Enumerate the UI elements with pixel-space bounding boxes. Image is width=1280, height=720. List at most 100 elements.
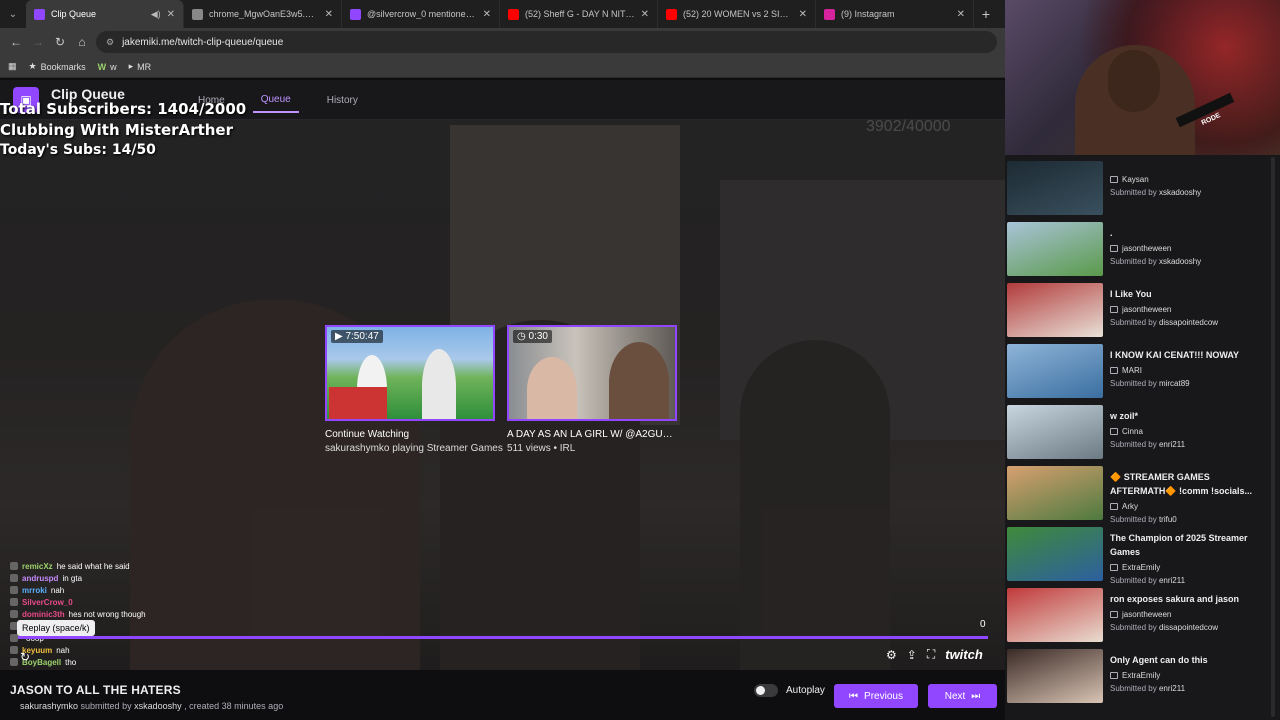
- close-tab-icon[interactable]: ✕: [167, 9, 175, 20]
- chat-badge-icon: [10, 562, 18, 570]
- queue-item[interactable]: I KNOW KAI CENAT!!! NOWAY MARI Submitted b…: [1007, 344, 1277, 400]
- queue-thumbnail[interactable]: [1007, 222, 1103, 276]
- chat-badge-icon: [10, 634, 18, 642]
- clip-submitter[interactable]: xskadooshy: [134, 701, 182, 711]
- tab-title: @silvercrow_0 mentioned y…: [367, 9, 477, 19]
- recommendation-thumbnail[interactable]: ▶ 7:50:47: [325, 325, 495, 421]
- apps-icon[interactable]: ▦: [8, 61, 17, 72]
- tab-favicon-icon: [824, 8, 835, 20]
- close-tab-icon[interactable]: ✕: [641, 9, 649, 20]
- chat-username[interactable]: mrroki: [22, 586, 47, 595]
- new-tab-icon[interactable]: +: [974, 6, 998, 22]
- chat-username[interactable]: remicXz: [22, 562, 53, 571]
- fullscreen-icon[interactable]: ⛶: [927, 647, 935, 662]
- queue-thumbnail[interactable]: [1007, 161, 1103, 215]
- browser-tab[interactable]: (9) Instagram ✕: [816, 0, 974, 28]
- share-icon[interactable]: ⇪: [907, 648, 917, 662]
- settings-icon[interactable]: ⚙: [886, 648, 897, 662]
- bookmark-w[interactable]: Ww: [98, 62, 117, 72]
- browser-tab-bar: ⌄ Clip Queue◀)✕chrome_MgwOanE3w5.png (4……: [0, 0, 1005, 28]
- queue-scrollbar[interactable]: [1271, 157, 1275, 717]
- chat-message: mrroki nah: [10, 584, 270, 596]
- chat-text: nah: [56, 645, 70, 655]
- autoplay-toggle[interactable]: Autoplay: [754, 684, 825, 697]
- close-tab-icon[interactable]: ✕: [957, 9, 965, 20]
- queue-item[interactable]: ron exposes sakura and jason jasontheween…: [1007, 588, 1277, 644]
- recommendation-card[interactable]: ▶ 7:50:47 Continue Watching sakurashymko…: [325, 325, 503, 454]
- queue-submitter: Submitted by mircat89: [1110, 379, 1190, 388]
- queue-thumbnail[interactable]: [1007, 283, 1103, 337]
- replay-icon[interactable]: ↻: [20, 650, 30, 664]
- previous-button[interactable]: ⏮ Previous: [834, 684, 918, 708]
- twitch-logo[interactable]: twitch: [945, 647, 983, 662]
- chat-text: hes not wrong though: [68, 609, 146, 619]
- recommendation-title[interactable]: A DAY AS AN LA GIRL W/ @A2GUAPO...: [507, 429, 679, 440]
- chat-badge-icon: [10, 646, 18, 654]
- browser-tab[interactable]: @silvercrow_0 mentioned y… ✕: [342, 0, 500, 28]
- browser-tab[interactable]: Clip Queue ◀) ✕: [26, 0, 184, 28]
- queue-item[interactable]: 🔶 STREAMER GAMES AFTERMATH🔶 !comm !socia…: [1007, 466, 1277, 524]
- next-button[interactable]: Next ⏭: [928, 684, 997, 708]
- recommendation-thumbnail[interactable]: ◷ 0:30: [507, 325, 677, 421]
- chat-username[interactable]: andruspd: [22, 574, 58, 583]
- forward-icon[interactable]: →: [30, 35, 46, 49]
- tab-title: (52) Sheff G - DAY N NITE Free…: [525, 9, 635, 19]
- speaker-icon[interactable]: ◀): [151, 9, 161, 20]
- queue-item[interactable]: I Like You jasontheween Submitted by dissa…: [1007, 283, 1277, 339]
- clip-queue-list: Kaysan Submitted by xskadooshy. jasonthewe…: [1005, 155, 1280, 720]
- subscriber-count-overlay: Total Subscribers: 1404/2000: [0, 100, 247, 118]
- queue-item[interactable]: Kaysan Submitted by xskadooshy: [1007, 161, 1277, 217]
- bookmark-mr[interactable]: ▸ MR: [129, 61, 152, 72]
- tab-search-icon[interactable]: ⌄: [0, 0, 26, 28]
- tab-title: chrome_MgwOanE3w5.png (4…: [209, 9, 319, 19]
- queue-thumbnail[interactable]: [1007, 405, 1103, 459]
- clip-channel[interactable]: sakurashymko: [20, 701, 78, 711]
- close-tab-icon[interactable]: ✕: [325, 9, 333, 20]
- browser-tab[interactable]: chrome_MgwOanE3w5.png (4… ✕: [184, 0, 342, 28]
- nav-queue[interactable]: Queue: [252, 88, 299, 113]
- queue-thumbnail[interactable]: [1007, 344, 1103, 398]
- chat-text: nah: [50, 585, 65, 595]
- webcam-person-head: [1108, 50, 1160, 112]
- close-tab-icon[interactable]: ✕: [799, 9, 807, 20]
- browser-tab[interactable]: (52) Sheff G - DAY N NITE Free… ✕: [500, 0, 658, 28]
- recommendation-title[interactable]: Continue Watching: [325, 429, 497, 440]
- recommendation-card[interactable]: ◷ 0:30 A DAY AS AN LA GIRL W/ @A2GUAPO..…: [507, 325, 679, 454]
- url-input[interactable]: ⚙ jakemiki.me/twitch-clip-queue/queue: [96, 31, 997, 53]
- queue-thumbnail[interactable]: [1007, 649, 1103, 703]
- queue-thumbnail[interactable]: [1007, 588, 1103, 642]
- queue-item[interactable]: The Champion of 2025 Streamer Games Extra…: [1007, 527, 1277, 585]
- nav-history[interactable]: History: [319, 89, 366, 112]
- queue-title: The Champion of 2025 Streamer Games: [1110, 533, 1248, 557]
- thumb-figure: [527, 357, 577, 419]
- home-icon[interactable]: ⌂: [74, 35, 90, 49]
- queue-title: Only Agent can do this: [1110, 655, 1208, 665]
- w-icon: W: [97, 61, 107, 72]
- video-icon: [1110, 564, 1118, 571]
- clip-title: JASON TO ALL THE HATERS: [10, 683, 181, 697]
- reload-icon[interactable]: ↻: [52, 35, 68, 49]
- video-icon: [1110, 306, 1118, 313]
- queue-title: 🔶 STREAMER GAMES AFTERMATH🔶 !comm !socia…: [1110, 472, 1253, 496]
- site-info-icon[interactable]: ⚙: [106, 37, 114, 48]
- bookmark-bookmarks[interactable]: ★ Bookmarks: [29, 61, 86, 72]
- queue-item[interactable]: . jasontheween Submitted by xskadooshy: [1007, 222, 1277, 278]
- chat-username[interactable]: SilverCrow_0: [22, 598, 73, 607]
- chat-username[interactable]: dominic3th: [22, 610, 65, 619]
- queue-channel: Arky: [1110, 502, 1138, 511]
- video-icon: [1110, 611, 1118, 618]
- end-screen-recommendations: ▶ 7:50:47 Continue Watching sakurashymko…: [325, 325, 679, 454]
- close-tab-icon[interactable]: ✕: [483, 9, 491, 20]
- progress-bar[interactable]: [18, 636, 988, 639]
- autoplay-switch[interactable]: [754, 684, 778, 697]
- queue-channel: jasontheween: [1110, 244, 1171, 253]
- queue-item[interactable]: w zoil* Cinna Submitted by enri211: [1007, 405, 1277, 461]
- queue-item[interactable]: Only Agent can do this ExtraEmily Submitte…: [1007, 649, 1277, 705]
- chat-message: andruspd in gta: [10, 572, 270, 584]
- queue-thumbnail[interactable]: [1007, 527, 1103, 581]
- browser-tab[interactable]: (52) 20 WOMEN vs 2 SIDEMEN… ✕: [658, 0, 816, 28]
- queue-submitter: Submitted by dissapointedcow: [1110, 318, 1219, 327]
- back-icon[interactable]: ←: [8, 35, 24, 49]
- thumb-inset: [329, 387, 387, 419]
- queue-thumbnail[interactable]: [1007, 466, 1103, 520]
